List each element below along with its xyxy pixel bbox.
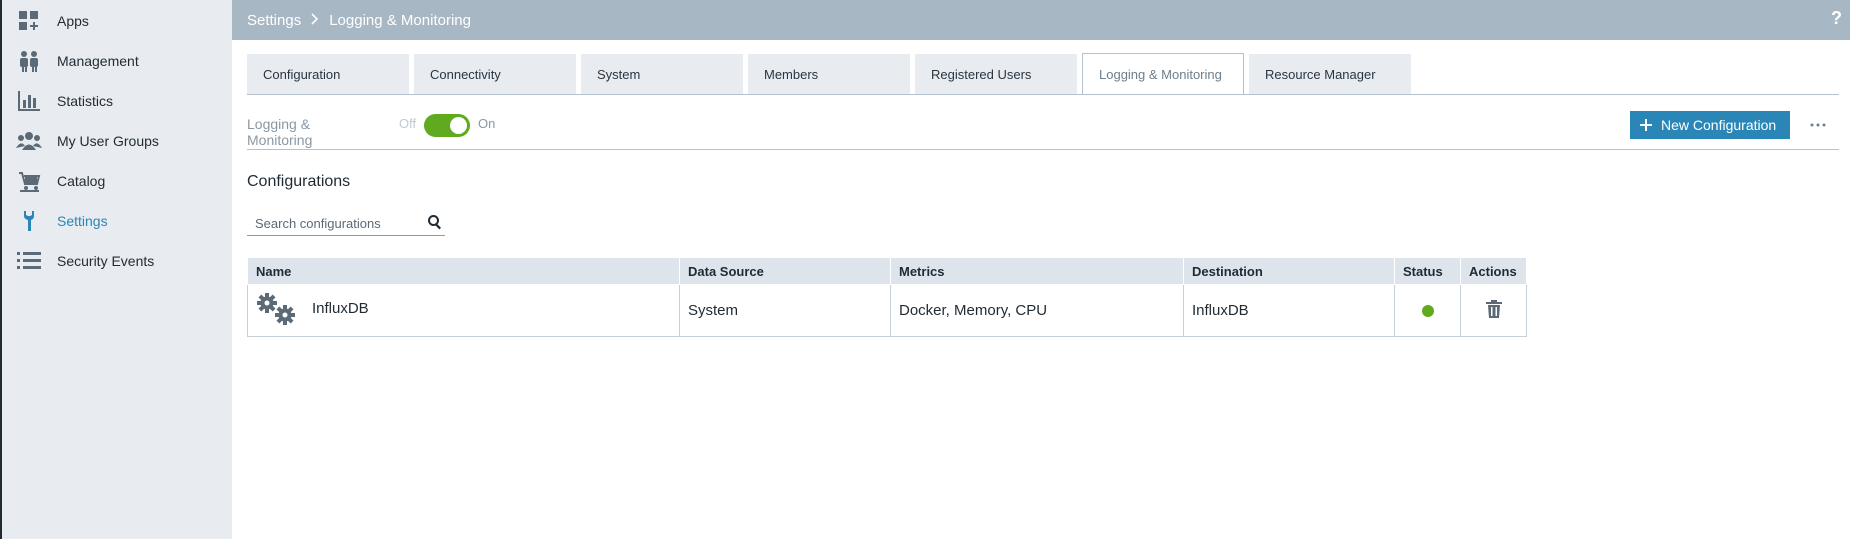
apps-icon xyxy=(16,8,42,34)
catalog-icon xyxy=(16,168,42,194)
new-configuration-button[interactable]: New Configuration xyxy=(1630,111,1790,139)
cell-destination: InfluxDB xyxy=(1183,284,1395,337)
tab-members[interactable]: Members xyxy=(748,54,910,94)
gears-icon xyxy=(256,292,296,326)
toggle-label: Logging & Monitoring xyxy=(247,116,313,148)
toggle-off-label: Off xyxy=(399,116,417,131)
new-configuration-label: New Configuration xyxy=(1661,117,1777,133)
sidebar-item-user-groups[interactable]: My User Groups xyxy=(2,121,232,161)
management-icon xyxy=(16,48,42,74)
sidebar-item-label: Management xyxy=(57,53,139,69)
sidebar-item-management[interactable]: Management xyxy=(2,41,232,81)
tab-system[interactable]: System xyxy=(581,54,743,94)
search-icon[interactable] xyxy=(427,214,443,230)
sidebar-item-apps[interactable]: Apps xyxy=(2,1,232,41)
sidebar-item-label: Catalog xyxy=(57,173,106,189)
header-bar: Settings Logging & Monitoring ? xyxy=(232,0,1850,40)
tab-connectivity[interactable]: Connectivity xyxy=(414,54,576,94)
column-header-destination[interactable]: Destination xyxy=(1183,257,1395,285)
column-header-metrics[interactable]: Metrics xyxy=(890,257,1184,285)
sidebar-item-label: Settings xyxy=(57,213,108,229)
tab-resource-manager[interactable]: Resource Manager xyxy=(1249,54,1411,94)
table-row[interactable]: InfluxDB System Docker, Memory, CPU Infl… xyxy=(247,284,1527,337)
cell-data-source: System xyxy=(679,284,891,337)
plus-icon xyxy=(1640,119,1652,131)
more-options-icon[interactable] xyxy=(1807,114,1829,136)
toggle-on-label: On xyxy=(478,116,496,131)
section-title: Configurations xyxy=(247,173,351,190)
section-divider xyxy=(247,149,1839,150)
sidebar-item-label: Apps xyxy=(57,13,89,29)
breadcrumb-root[interactable]: Settings xyxy=(247,12,301,29)
tab-configuration[interactable]: Configuration xyxy=(247,54,409,94)
cell-metrics: Docker, Memory, CPU xyxy=(890,284,1184,337)
column-header-name[interactable]: Name xyxy=(247,257,680,285)
search-input[interactable] xyxy=(247,211,427,235)
column-header-status[interactable]: Status xyxy=(1394,257,1461,285)
column-header-data-source[interactable]: Data Source xyxy=(679,257,891,285)
sidebar-item-label: My User Groups xyxy=(57,133,159,149)
help-icon[interactable]: ? xyxy=(1831,8,1842,29)
column-header-actions: Actions xyxy=(1460,257,1527,285)
logging-toggle-switch[interactable] xyxy=(424,114,470,137)
wrench-icon xyxy=(16,208,42,234)
breadcrumb-current: Logging & Monitoring xyxy=(329,11,471,29)
sidebar-item-settings[interactable]: Settings xyxy=(2,201,232,241)
list-icon xyxy=(16,248,42,274)
trash-icon[interactable] xyxy=(1485,299,1502,318)
sidebar-item-statistics[interactable]: Statistics xyxy=(2,81,232,121)
table-header-row: Name Data Source Metrics Destination Sta… xyxy=(247,257,1527,285)
tab-logging-monitoring[interactable]: Logging & Monitoring xyxy=(1082,53,1244,95)
tabs-divider xyxy=(247,94,1839,95)
config-name: InfluxDB xyxy=(312,300,369,317)
toggle-knob xyxy=(450,117,467,134)
tab-registered-users[interactable]: Registered Users xyxy=(915,54,1077,94)
sidebar-item-label: Statistics xyxy=(57,93,114,109)
status-indicator xyxy=(1421,304,1434,317)
cell-name: InfluxDB xyxy=(247,284,680,337)
cell-actions xyxy=(1460,284,1527,337)
user-groups-icon xyxy=(16,128,42,154)
cell-status xyxy=(1394,284,1461,337)
sidebar-item-label: Security Events xyxy=(57,253,155,269)
configurations-table: Name Data Source Metrics Destination Sta… xyxy=(247,257,1527,337)
statistics-icon xyxy=(16,88,42,114)
sidebar-item-catalog[interactable]: Catalog xyxy=(2,161,232,201)
chevron-right-icon xyxy=(311,12,319,29)
sidebar-item-security-events[interactable]: Security Events xyxy=(2,241,232,281)
search-box xyxy=(247,211,445,236)
sidebar: Apps Management Statistics My User Group… xyxy=(0,0,232,539)
